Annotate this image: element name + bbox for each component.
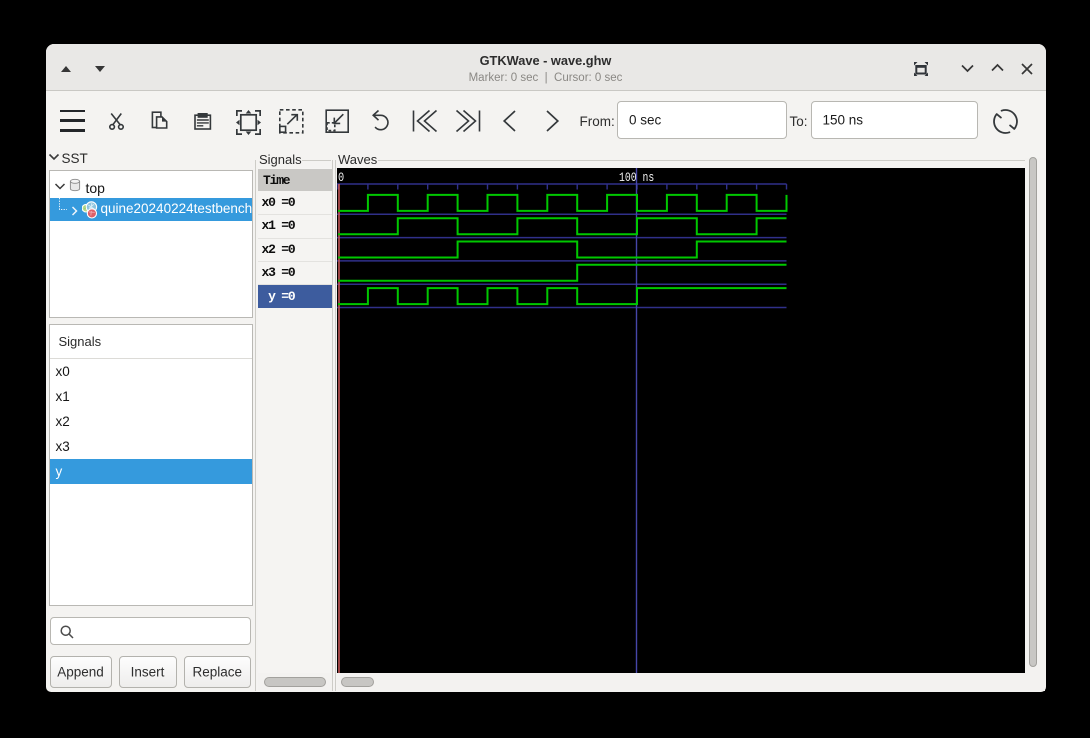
svg-text:0: 0 (338, 169, 344, 184)
svg-text:100 ns: 100 ns (619, 169, 654, 184)
